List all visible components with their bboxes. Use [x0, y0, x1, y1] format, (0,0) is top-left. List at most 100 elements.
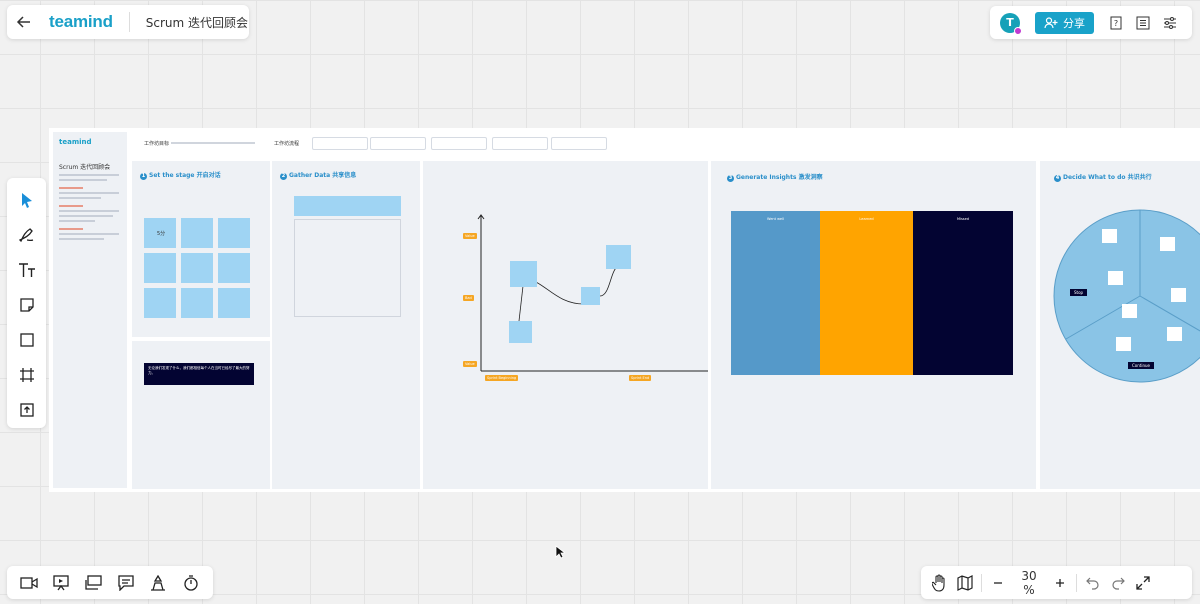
sticky-note[interactable]	[181, 218, 213, 248]
zoom-out-button[interactable]	[989, 574, 1007, 592]
arrow-left-icon	[16, 16, 30, 28]
redo-button[interactable]	[1109, 574, 1127, 592]
frame-tool[interactable]	[15, 363, 39, 387]
timer-button[interactable]	[182, 574, 200, 592]
minimap-button[interactable]	[956, 574, 974, 592]
avatar[interactable]: T	[1000, 12, 1022, 35]
share-button[interactable]: 分享	[1035, 11, 1094, 34]
board-intro-panel: teamind Scrum 迭代回顾会	[53, 132, 127, 488]
timeline-chart	[477, 214, 708, 372]
divider	[981, 573, 982, 592]
sticky-note[interactable]	[218, 288, 250, 318]
axis-label-bottom: Value	[463, 361, 477, 367]
axis-label-top: Value	[463, 233, 477, 239]
sticky-note-icon	[19, 298, 34, 312]
upload-tool[interactable]	[15, 398, 39, 422]
divider	[1076, 573, 1077, 592]
add-user-icon	[1044, 16, 1058, 28]
sticky-note[interactable]	[1160, 237, 1175, 251]
sticky-note[interactable]	[181, 253, 213, 283]
minus-icon	[994, 581, 1002, 584]
frame-icon	[19, 368, 34, 382]
fullscreen-button[interactable]	[1134, 574, 1152, 592]
pen-icon	[18, 228, 33, 243]
sticky-note[interactable]	[1171, 288, 1186, 302]
select-tool[interactable]	[15, 188, 39, 212]
expand-icon	[1136, 575, 1150, 590]
video-button[interactable]	[20, 574, 38, 592]
pie-label-stop: Stop	[1070, 289, 1088, 296]
retro-board[interactable]: teamind Scrum 迭代回顾会 工作坊目标 工作坊流程 1 Set the…	[49, 128, 1200, 492]
share-label: 分享	[1063, 16, 1085, 30]
outline-button[interactable]	[1134, 14, 1152, 32]
help-book-icon: ?	[1110, 16, 1122, 29]
flow-step-5	[551, 137, 607, 150]
comment-icon	[118, 574, 134, 591]
zoom-in-button[interactable]	[1051, 574, 1069, 592]
flow-step-1	[312, 137, 368, 150]
shape-tool[interactable]	[15, 328, 39, 352]
sticky-note[interactable]	[218, 253, 250, 283]
undo-icon	[1086, 577, 1099, 590]
stage1-frame: 1 Set the stage 开启对话 5分	[132, 161, 270, 337]
intro-text-lines	[59, 174, 119, 243]
column-went-well: Went well	[731, 211, 820, 375]
plus-icon	[1056, 578, 1064, 587]
list-icon	[1136, 16, 1150, 29]
workshop-goal-label: 工作坊目标	[144, 141, 170, 147]
document-title[interactable]: Scrum 迭代回顾会	[146, 14, 248, 31]
board-intro-title: Scrum 迭代回顾会	[59, 164, 111, 171]
stage3-title: 3 Generate Insights 激发洞察	[727, 174, 823, 182]
hand-icon	[932, 573, 945, 592]
sticky-note[interactable]	[144, 288, 176, 318]
sticky-note[interactable]	[218, 218, 250, 248]
help-button[interactable]: ?	[1107, 14, 1125, 32]
settings-button[interactable]	[1161, 14, 1179, 32]
vote-button[interactable]	[149, 574, 167, 592]
board-view-button[interactable]	[85, 574, 103, 592]
back-button[interactable]	[7, 5, 41, 39]
zoom-level[interactable]: 30 %	[1014, 569, 1044, 597]
presentation-icon	[53, 574, 70, 590]
stage2-title: 2 Gather Data 共享信息	[280, 172, 357, 180]
redo-icon	[1112, 577, 1125, 590]
sticky-note[interactable]	[581, 287, 600, 305]
comment-button[interactable]	[117, 574, 135, 592]
sticky-note[interactable]	[1102, 229, 1117, 243]
top-left-bar: teamind Scrum 迭代回顾会	[7, 5, 249, 39]
svg-text:?: ?	[1114, 19, 1118, 28]
sticky-note[interactable]	[1116, 337, 1131, 351]
workshop-goal-text	[171, 142, 255, 144]
text-tool[interactable]	[15, 258, 39, 282]
sticky-note[interactable]	[1108, 271, 1123, 285]
sticky-note[interactable]	[181, 288, 213, 318]
axis-label-mid: Bad	[463, 295, 474, 301]
presentation-button[interactable]	[52, 574, 70, 592]
flow-step-3	[431, 137, 487, 150]
data-table-header	[294, 196, 401, 216]
stage1-title: 1 Set the stage 开启对话	[140, 172, 221, 180]
sticky-note[interactable]	[510, 261, 537, 287]
divider	[128, 12, 130, 32]
sticky-note[interactable]: 5分	[144, 218, 176, 248]
stage3-frame: 3 Generate Insights 激发洞察 Went well Learne…	[711, 161, 1036, 489]
flow-step-4	[492, 137, 548, 150]
mouse-cursor-icon	[555, 545, 565, 559]
sticky-note[interactable]	[1122, 304, 1137, 318]
sticky-note[interactable]	[606, 245, 631, 269]
sticky-note-tool[interactable]	[15, 293, 39, 317]
sliders-icon	[1164, 16, 1176, 29]
sticky-note[interactable]	[144, 253, 176, 283]
sticky-note[interactable]	[509, 321, 532, 343]
map-icon	[957, 574, 973, 591]
top-right-bar: T 分享 ?	[990, 6, 1192, 39]
upload-icon	[19, 403, 34, 417]
text-icon	[18, 263, 35, 277]
pen-tool[interactable]	[15, 223, 39, 247]
board-logo: teamind	[59, 138, 92, 146]
sticky-note[interactable]	[1167, 327, 1182, 341]
sprint-end-label: Sprint End	[629, 375, 652, 381]
undo-button[interactable]	[1084, 574, 1102, 592]
hand-tool-button[interactable]	[931, 573, 949, 592]
decision-pie	[1053, 209, 1200, 383]
